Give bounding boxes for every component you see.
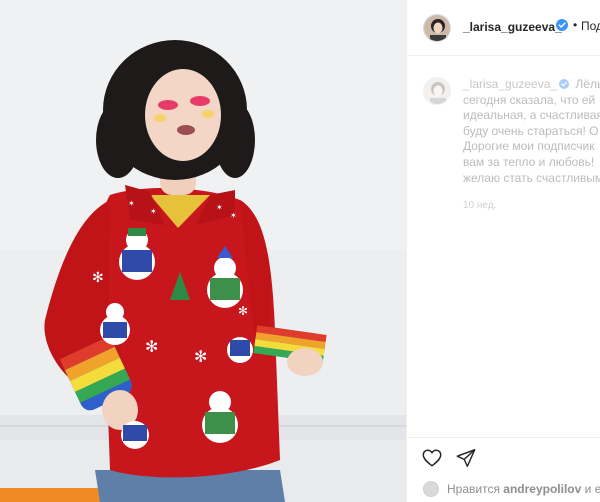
post-header: _larisa_guzeeva_ • Под xyxy=(407,0,600,56)
likes-prefix: Нравится xyxy=(447,482,500,496)
svg-text:✻: ✻ xyxy=(92,270,104,286)
post-caption: _larisa_guzeeva_ Лёль сегодня сказала, ч… xyxy=(463,77,600,186)
svg-text:✶: ✶ xyxy=(150,207,157,216)
post-timestamp[interactable]: 10 нед. xyxy=(463,200,496,211)
action-bar xyxy=(407,437,600,477)
verified-badge-icon xyxy=(556,19,568,31)
caption-line: идеальная, а счастливая xyxy=(463,108,600,123)
caption-avatar[interactable] xyxy=(423,77,451,105)
liker-username[interactable]: andreypolilov xyxy=(503,482,581,496)
share-icon[interactable] xyxy=(455,447,477,469)
caption-line: буду очень стараться! О xyxy=(463,123,599,138)
caption-first-line: _larisa_guzeeva_ Лёль xyxy=(463,77,600,93)
heart-icon[interactable] xyxy=(421,447,443,469)
svg-text:✶: ✶ xyxy=(128,199,135,208)
caption-line: Дорогие мои подписчик xyxy=(463,139,595,154)
liker-avatar[interactable] xyxy=(423,481,439,497)
author-avatar[interactable] xyxy=(423,14,451,42)
post-photo-illustration: ✻ ✻ ✻ ✻ ✶ ✶ ✶ ✶ xyxy=(0,0,406,502)
svg-text:✶: ✶ xyxy=(230,211,237,220)
svg-text:✻: ✻ xyxy=(145,337,158,356)
post-photo[interactable]: ✻ ✻ ✻ ✻ ✶ ✶ ✶ ✶ xyxy=(0,0,406,502)
author-username[interactable]: _larisa_guzeeva_ xyxy=(463,20,562,34)
caption-line: вам за тепло и любовь! xyxy=(463,154,595,169)
caption-line: Лёль xyxy=(575,77,600,91)
svg-text:✶: ✶ xyxy=(216,203,223,212)
verified-badge-icon xyxy=(559,79,570,89)
caption-line: желаю стать счастливым xyxy=(463,170,600,185)
post-sidebar: _larisa_guzeeva_ • Под _larisa_guzeeva_ … xyxy=(407,0,600,502)
caption-line: сегодня сказала, что ей xyxy=(463,92,596,107)
comments-section: _larisa_guzeeva_ Лёль сегодня сказала, ч… xyxy=(407,57,600,437)
caption-username[interactable]: _larisa_guzeeva_ xyxy=(463,77,557,91)
likes-row: Нравится andreypolilov и е xyxy=(407,477,600,502)
svg-text:✻: ✻ xyxy=(194,347,207,366)
likes-suffix: и е xyxy=(584,482,600,496)
likes-text: Нравится andreypolilov и е xyxy=(447,482,600,496)
svg-text:✻: ✻ xyxy=(238,304,248,318)
follow-button[interactable]: Под xyxy=(581,19,600,33)
header-separator: • xyxy=(573,18,578,32)
